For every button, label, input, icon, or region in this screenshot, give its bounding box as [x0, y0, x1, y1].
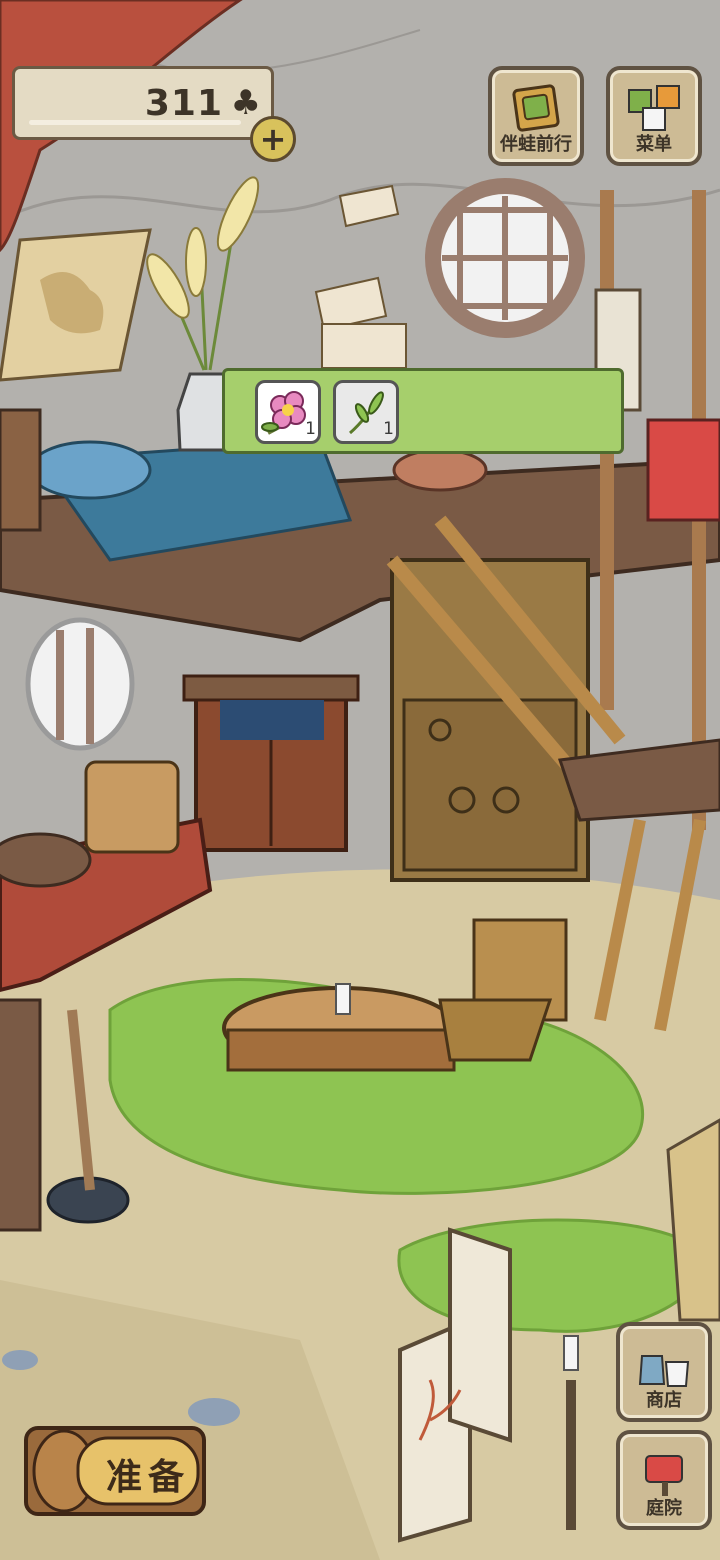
shop-bag-icon	[638, 1355, 690, 1387]
garden-label: 庭院	[646, 1498, 682, 1519]
prepare-button[interactable]: 准备	[24, 1424, 210, 1520]
round-window	[425, 178, 585, 338]
item-qty: 1	[305, 419, 316, 439]
item-qty: 1	[383, 419, 394, 439]
clover-icon: ♣	[230, 83, 261, 123]
shop-button[interactable]: 商店	[616, 1322, 712, 1422]
garden-button[interactable]: 庭院	[616, 1430, 712, 1530]
plus-icon: +	[259, 120, 287, 158]
door	[182, 674, 360, 852]
prepare-label: 准备	[105, 1457, 190, 1498]
candle-stand	[563, 1335, 579, 1530]
add-clover-button[interactable]: +	[250, 116, 296, 162]
item-slot-sprout[interactable]: 1	[333, 380, 399, 444]
shop-label: 商店	[646, 1390, 682, 1411]
item-slot-flower[interactable]: 1	[255, 380, 321, 444]
counter-underline	[29, 120, 241, 125]
mailbox-icon	[645, 1455, 683, 1496]
travel-button[interactable]: 伴蛙前行	[488, 66, 584, 166]
menu-button[interactable]: 菜单	[606, 66, 702, 166]
cabinet	[390, 558, 590, 882]
clover-counter: 311 ♣	[12, 66, 274, 140]
clover-count: 311	[144, 83, 223, 124]
room-scene	[0, 0, 720, 1560]
item-strip: 1 1	[222, 368, 624, 454]
travel-label: 伴蛙前行	[500, 134, 572, 155]
menu-label: 菜单	[636, 134, 672, 155]
small-window	[25, 617, 135, 751]
